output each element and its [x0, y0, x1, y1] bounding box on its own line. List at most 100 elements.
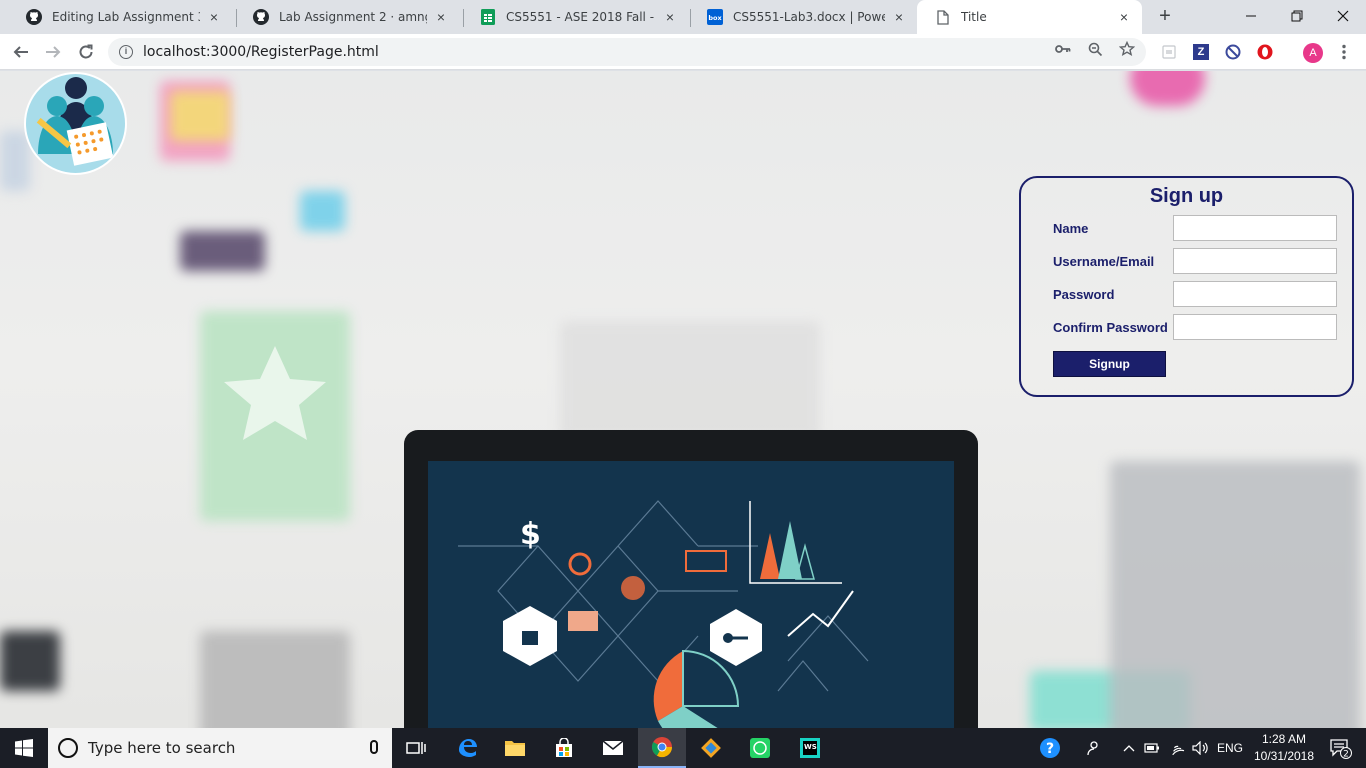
- password-row: Password: [1053, 281, 1343, 313]
- sheets-icon: [480, 9, 496, 25]
- extension-doc-icon[interactable]: [1161, 44, 1177, 60]
- menu-dots-icon[interactable]: [1336, 44, 1352, 60]
- confirm-password-label: Confirm Password: [1053, 320, 1168, 335]
- wifi-icon[interactable]: [1166, 728, 1188, 768]
- tab-label: CS5551 - ASE 2018 Fall - Google Sheets: [506, 10, 656, 24]
- store-icon[interactable]: [540, 728, 588, 768]
- password-label: Password: [1053, 287, 1115, 302]
- notification-count: 2: [1343, 750, 1349, 760]
- start-button[interactable]: [0, 728, 48, 768]
- new-tab-button[interactable]: +: [1153, 5, 1177, 29]
- star-decoration: [224, 346, 326, 440]
- windows-taskbar: Type here to search WS ? ENG 1:28 AM 10/…: [0, 728, 1366, 768]
- tab-editing-lab-assignment-3[interactable]: Editing Lab Assignment 3 · amngb95/ ×: [8, 0, 232, 34]
- action-center-icon[interactable]: 2: [1320, 728, 1360, 768]
- cortana-icon: [58, 738, 78, 758]
- back-arrow-icon: [13, 46, 28, 58]
- opera-extension-icon[interactable]: [1257, 44, 1273, 60]
- tab-label: Title: [961, 10, 987, 24]
- name-label: Name: [1053, 221, 1089, 236]
- tab-title-active[interactable]: Title ×: [917, 0, 1142, 34]
- tab-close-icon[interactable]: ×: [662, 9, 678, 25]
- tab-close-icon[interactable]: ×: [206, 9, 222, 25]
- register-page: $ Sign up Name Username/Email Password C…: [0, 71, 1366, 728]
- webstorm-icon[interactable]: WS: [786, 728, 834, 768]
- taskbar-search[interactable]: Type here to search: [48, 728, 392, 768]
- tab-close-icon[interactable]: ×: [891, 9, 907, 25]
- language-indicator[interactable]: ENG: [1214, 728, 1246, 768]
- signup-form: Sign up Name Username/Email Password Con…: [1019, 176, 1354, 397]
- github-icon: [253, 9, 269, 25]
- reload-icon: [79, 44, 93, 59]
- signup-title: Sign up: [1149, 185, 1224, 207]
- tab-close-icon[interactable]: ×: [433, 9, 449, 25]
- laptop-screen: $: [428, 461, 954, 728]
- whatsapp-icon[interactable]: [736, 728, 784, 768]
- webstorm-label: WS: [804, 743, 817, 751]
- restore-icon: [1291, 10, 1303, 22]
- volume-icon[interactable]: [1190, 728, 1212, 768]
- svg-text:box: box: [708, 14, 722, 22]
- clock-time: 1:28 AM: [1261, 732, 1307, 746]
- address-bar[interactable]: i localhost:3000/RegisterPage.html: [108, 38, 1146, 66]
- tab-label: Editing Lab Assignment 3 · amngb95/: [52, 10, 200, 24]
- username-label: Username/Email: [1053, 254, 1155, 269]
- minimize-icon: [1246, 15, 1256, 17]
- microphone-icon[interactable]: [370, 740, 378, 754]
- close-icon: [1337, 10, 1349, 22]
- search-placeholder: Type here to search: [88, 739, 236, 757]
- clock-date: 10/31/2018: [1253, 749, 1315, 763]
- svg-text:?: ?: [1046, 741, 1054, 757]
- key-icon[interactable]: [1055, 41, 1071, 57]
- tab-label: Lab Assignment 2 · amngb95/CS5551: [279, 10, 427, 24]
- tab-cs5551-lab3-box[interactable]: box CS5551-Lab3.docx | Powered by Box ×: [689, 0, 917, 34]
- tab-cs5551-sheets[interactable]: CS5551 - ASE 2018 Fall - Google Sheets ×: [462, 0, 688, 34]
- page-icon: [935, 9, 951, 25]
- name-input[interactable]: [1173, 215, 1337, 241]
- name-row: Name: [1053, 215, 1343, 247]
- dollar-sign-text: $: [520, 517, 541, 552]
- file-explorer-icon[interactable]: [491, 728, 539, 768]
- chrome-taskbar-icon[interactable]: [638, 728, 686, 768]
- battery-icon[interactable]: [1142, 728, 1162, 768]
- bookmark-star-icon[interactable]: [1119, 41, 1135, 57]
- tab-label: CS5551-Lab3.docx | Powered by Box: [733, 10, 885, 24]
- username-email-input[interactable]: [1173, 248, 1337, 274]
- box-icon: box: [707, 9, 723, 25]
- password-input[interactable]: [1173, 281, 1337, 307]
- reload-button[interactable]: [72, 38, 100, 66]
- browser-toolbar: i localhost:3000/RegisterPage.html Z A: [0, 34, 1366, 70]
- back-button[interactable]: [7, 38, 35, 66]
- block-extension-icon[interactable]: [1225, 44, 1241, 60]
- forward-button[interactable]: [39, 38, 67, 66]
- team-logo: [24, 72, 127, 175]
- browser-tab-strip: Editing Lab Assignment 3 · amngb95/ × La…: [0, 0, 1366, 34]
- confirm-password-row: Confirm Password: [1053, 314, 1343, 346]
- show-hidden-icons-chevron-icon[interactable]: [1120, 728, 1138, 768]
- signup-button[interactable]: Signup: [1053, 351, 1166, 377]
- system-clock[interactable]: 1:28 AM 10/31/2018: [1248, 731, 1320, 765]
- tab-lab-assignment-2[interactable]: Lab Assignment 2 · amngb95/CS5551 ×: [235, 0, 459, 34]
- people-icon[interactable]: [1080, 728, 1104, 768]
- help-icon[interactable]: ?: [1036, 728, 1064, 768]
- windows-logo-icon: [15, 739, 33, 757]
- site-info-icon[interactable]: i: [119, 45, 133, 59]
- zoom-icon[interactable]: [1087, 41, 1103, 57]
- mail-icon[interactable]: [589, 728, 637, 768]
- team-people-icon: [36, 77, 114, 166]
- task-view-icon[interactable]: [392, 728, 440, 768]
- minimize-button[interactable]: [1228, 0, 1274, 32]
- edge-icon[interactable]: [443, 728, 491, 768]
- github-icon: [26, 9, 42, 25]
- confirm-password-input[interactable]: [1173, 314, 1337, 340]
- forward-arrow-icon: [46, 46, 61, 58]
- close-window-button[interactable]: [1320, 0, 1366, 32]
- zoom-extension-icon[interactable]: Z: [1193, 44, 1209, 60]
- tab-close-icon[interactable]: ×: [1116, 9, 1132, 25]
- username-row: Username/Email: [1053, 248, 1343, 280]
- profile-avatar[interactable]: A: [1303, 43, 1323, 63]
- restore-button[interactable]: [1274, 0, 1320, 32]
- url-text: localhost:3000/RegisterPage.html: [143, 44, 379, 60]
- git-client-icon[interactable]: [687, 728, 735, 768]
- laptop-screen-graphic: $: [458, 500, 869, 728]
